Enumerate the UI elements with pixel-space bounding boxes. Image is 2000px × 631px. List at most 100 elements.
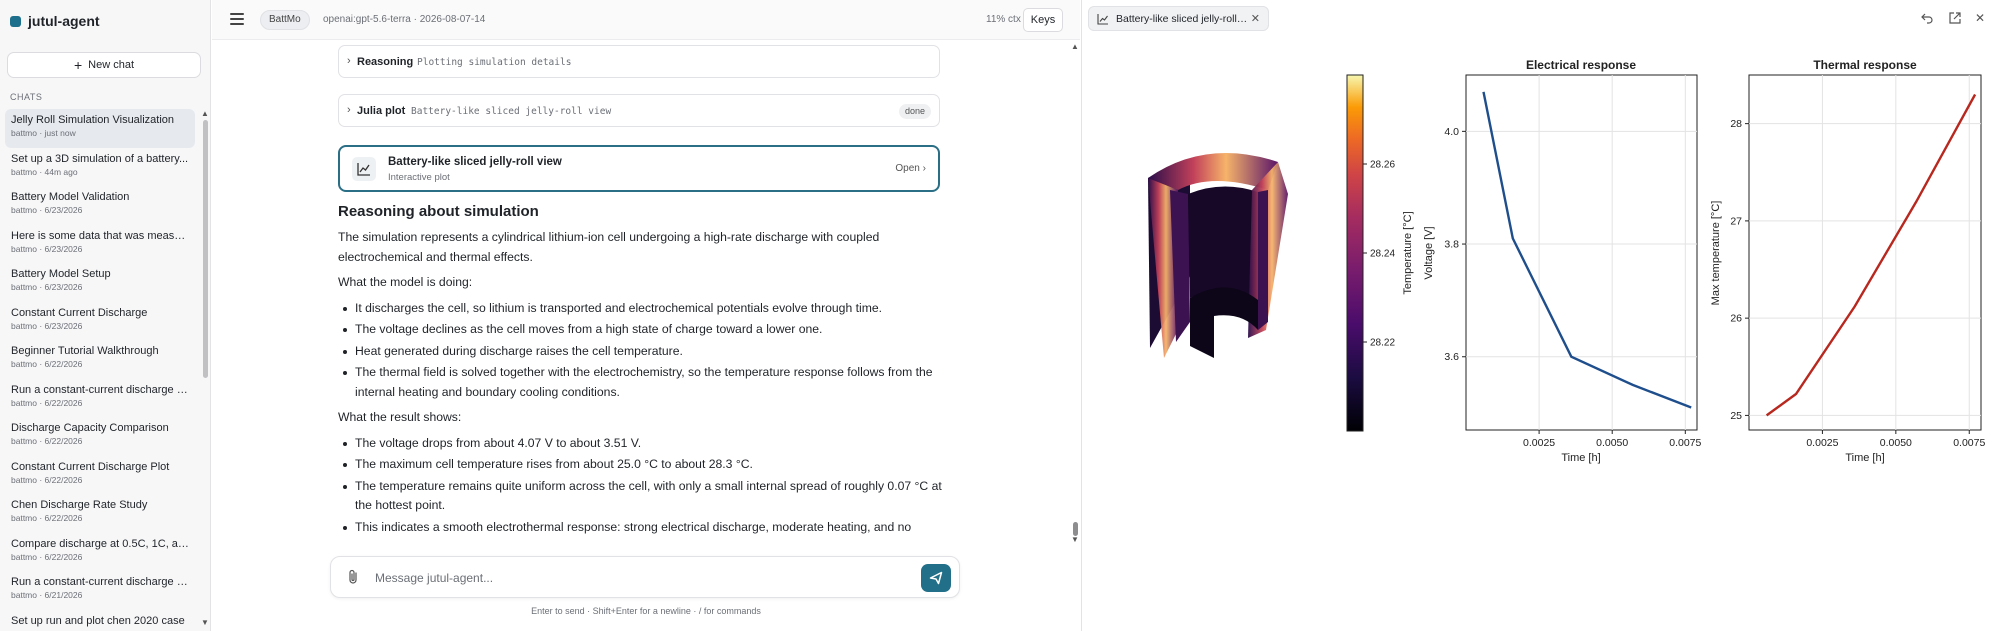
chat-list: Jelly Roll Simulation Visualization battm… [5,109,195,631]
assistant-answer: Reasoning about simulation The simulatio… [338,203,950,543]
list-item: This indicates a smooth electrothermal r… [338,518,950,538]
jelly-roll-back-inner [1188,186,1258,300]
chat-item-subtitle: battmo · 6/22/2026 [11,359,83,369]
send-button[interactable] [921,564,951,592]
jelly-roll-3d-view[interactable] [1148,153,1288,358]
menu-icon[interactable] [228,11,246,27]
chat-item-subtitle: battmo · 6/22/2026 [11,474,83,485]
chart-icon [352,157,376,181]
chat-item[interactable]: Set up a 3D simulation of a battery... ba… [5,148,195,187]
sidebar: jutul-agent + New chat CHATS Jelly Roll … [0,0,211,631]
composer-hint: Enter to send · Shift+Enter for a newlin… [531,606,761,616]
chat-item[interactable]: Battery Model Validation battmo · 6/23/20… [5,186,195,225]
chat-item[interactable]: Chen Discharge Rate Study battmo · 6/22/2… [5,494,195,533]
result-points: The voltage drops from about 4.07 V to a… [338,434,950,538]
chat-item[interactable]: Set up run and plot chen 2020 case [5,610,195,631]
x-axis-label: Time [h] [1845,452,1884,464]
plot-tab[interactable]: Battery-like sliced jelly-roll ... ✕ [1088,6,1269,31]
close-icon[interactable]: ✕ [1973,11,1987,25]
reasoning-detail: Plotting simulation details [417,57,572,68]
list-item: Heat generated during discharge raises t… [338,342,950,362]
new-chat-label: New chat [88,59,135,71]
chevron-right-icon: › [922,163,926,174]
julia-plot-block[interactable]: › Julia plot Battery-like sliced jelly-r… [338,94,940,127]
colorbar-gradient [1346,74,1364,432]
sidebar-scroll-down-arrow[interactable]: ▼ [201,618,209,627]
chat-item[interactable]: Discharge Capacity Comparison battmo · 6/… [5,417,195,456]
list-item: The voltage declines as the cell moves f… [338,320,950,340]
chat-thread: › Reasoning Plotting simulation details … [212,41,1067,544]
chat-item-title: Run a constant-current discharge o... [11,576,189,588]
new-chat-button[interactable]: + New chat [7,52,201,78]
chat-item[interactable]: Battery Model Setup battmo · 6/23/2026 [5,263,195,302]
close-icon[interactable]: ✕ [1251,12,1260,25]
plot-card-subtitle: Interactive plot [388,172,450,183]
colorbar-label: Temperature [°C] [1402,211,1414,294]
y-axis-label: Max temperature [°C] [1710,201,1722,306]
list-item: The temperature remains quite uniform ac… [338,477,950,516]
chat-item[interactable]: Compare discharge at 0.5C, 1C, an... batt… [5,533,195,572]
open-plot-label: Open [895,163,920,174]
chat-scrollbar[interactable] [1073,522,1078,536]
x-tick-label: 0.0025 [1806,437,1838,449]
y-tick-label: 3.8 [1444,239,1459,251]
model-heading: What the model is doing: [338,275,473,289]
list-item: The thermal field is solved together wit… [338,363,950,402]
chat-item-subtitle: battmo · 6/22/2026 [11,397,83,408]
julia-plot-label: Julia plot [357,105,406,117]
model-meta: openai:gpt-5.6-terra · 2026-08-07-14 [323,14,486,25]
x-axis-label: Time [h] [1561,452,1600,464]
x-tick-label: 0.0075 [1953,437,1985,449]
chat-item[interactable]: Constant Current Discharge battmo · 6/23/… [5,302,195,341]
chat-item-title: Run a constant-current discharge o... [11,383,189,396]
popout-icon[interactable] [1948,11,1962,25]
chat-item-title: Battery Model Validation [11,191,130,203]
chat-item[interactable]: Beginner Tutorial Walkthrough battmo · 6/… [5,340,195,379]
colorbar-tick-label: 28.26 [1370,160,1395,171]
jelly-roll-right-wall-inner [1258,190,1268,330]
chat-item-subtitle: battmo · 6/21/2026 [11,590,83,600]
chat-item-subtitle: battmo · 6/23/2026 [11,282,83,292]
reasoning-block[interactable]: › Reasoning Plotting simulation details [338,45,940,78]
plot-panel: Battery-like sliced jelly-roll ... ✕ ✕ 2… [1081,0,2000,631]
brand: jutul-agent [10,12,100,30]
chat-item[interactable]: Here is some data that was measur... batt… [5,225,195,264]
plot-card[interactable]: Battery-like sliced jelly-roll view Inte… [338,145,940,192]
chat-item-title: Discharge Capacity Comparison [11,422,169,434]
plot-area [1465,74,1698,431]
chat-scroll-up-arrow[interactable]: ▲ [1071,42,1079,51]
project-badge[interactable]: BattMo [260,10,310,30]
answer-intro: The simulation represents a cylindrical … [338,230,880,264]
message-input[interactable] [375,567,845,589]
open-plot-button[interactable]: Open › [895,163,926,174]
keys-button[interactable]: Keys [1023,8,1063,32]
app-logo [10,15,21,27]
sidebar-scroll-up-arrow[interactable]: ▲ [201,109,209,118]
back-icon[interactable] [1920,11,1934,25]
y-axis-label: Voltage [V] [1423,226,1435,279]
chat-item[interactable]: Jelly Roll Simulation Visualization battm… [5,109,195,148]
jelly-roll-bottom-cut [1190,287,1258,358]
y-tick-label: 3.6 [1444,351,1459,363]
chat-topbar: BattMo openai:gpt-5.6-terra · 2026-08-07… [212,0,1080,40]
plot-card-title: Battery-like sliced jelly-roll view [388,156,562,168]
chat-item-subtitle: battmo · 44m ago [11,166,78,177]
chat-scroll-down-arrow[interactable]: ▼ [1071,535,1079,544]
colorbar: 28.22 28.24 28.26 Temperature [°C] [1346,74,1414,432]
x-tick-label: 0.0025 [1523,437,1555,449]
chat-item-subtitle: battmo · 6/23/2026 [11,243,83,254]
y-tick-label: 27 [1730,215,1742,227]
chart-icon [1097,14,1108,25]
chat-item[interactable]: Run a constant-current discharge o... bat… [5,379,195,418]
paperclip-icon[interactable] [347,569,359,585]
sidebar-scrollbar[interactable] [203,120,208,378]
chat-item-subtitle: battmo · 6/22/2026 [11,436,83,446]
chat-item[interactable]: Run a constant-current discharge o... bat… [5,571,195,610]
chat-item-title: Chen Discharge Rate Study [11,499,148,511]
model-points: It discharges the cell, so lithium is tr… [338,299,950,403]
chat-item[interactable]: Constant Current Discharge Plot battmo · … [5,456,195,495]
chat-item-title: Jelly Roll Simulation Visualization [11,114,175,126]
plot-area [1748,74,1982,431]
context-usage: 11% ctx [986,14,1021,25]
chat-item-title: Set up a 3D simulation of a battery... [11,152,189,165]
